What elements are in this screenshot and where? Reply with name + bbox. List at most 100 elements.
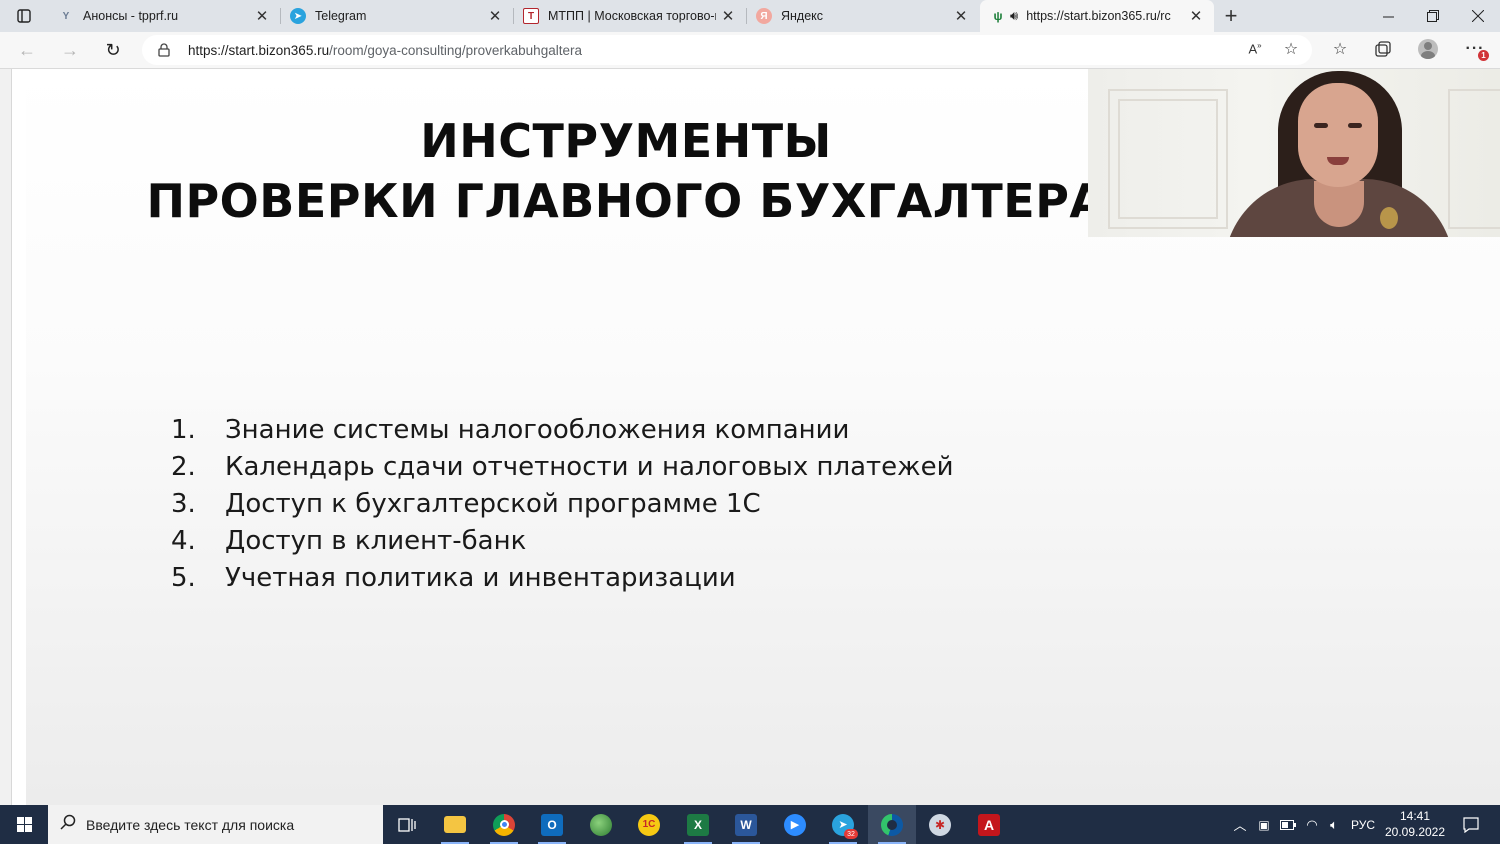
profile-button[interactable] (1416, 37, 1440, 61)
tab-tpprf[interactable]: Y Анонсы - tpprf.ru ✕ (48, 0, 280, 32)
list-item: 5. Учетная политика и инвентаризации (171, 559, 954, 596)
volume-button[interactable]: 🔈︎ (1324, 805, 1344, 844)
show-hidden-icons-button[interactable]: ︿ (1230, 805, 1250, 844)
star-add-icon: ☆ (1283, 41, 1299, 58)
add-favorite-button[interactable]: ☆ (1280, 38, 1302, 60)
edge-icon (881, 813, 903, 836)
tab-actions-button[interactable] (0, 0, 48, 32)
close-icon[interactable]: ✕ (250, 4, 274, 28)
url-host: https://start.bizon365.ru (188, 42, 330, 58)
list-item-text: Знание системы налогообложения компании (225, 414, 850, 445)
telegram-icon: ➤ (290, 8, 306, 24)
collections-icon (1375, 41, 1391, 57)
start-button[interactable] (0, 805, 48, 844)
close-icon[interactable]: ✕ (483, 4, 507, 28)
close-icon[interactable]: ✕ (1184, 4, 1208, 28)
list-item-number: 1. (171, 414, 196, 445)
page-content: ИНСТРУМЕНТЫ ПРОВЕРКИ ГЛАВНОГО БУХГАЛТЕРА… (0, 69, 1500, 805)
list-item-number: 2. (171, 451, 196, 482)
url-text[interactable]: https://start.bizon365.ru/room/goya-cons… (188, 43, 582, 58)
mtpp-icon: T (523, 8, 539, 24)
wifi-icon: ◠ (1306, 816, 1318, 832)
clock[interactable]: 14:41 20.09.2022 (1380, 808, 1450, 840)
taskbar-1c[interactable]: 1С (625, 805, 673, 844)
tab-title: Яндекс (781, 9, 824, 23)
taskbar-globe-app[interactable] (577, 805, 625, 844)
taskbar-word[interactable]: W (722, 805, 770, 844)
list-item-text: Доступ в клиент-банк (225, 525, 527, 556)
speaker-icon[interactable]: 🔊︎ (1010, 8, 1018, 24)
notification-icon (1463, 816, 1479, 833)
excel-icon: X (687, 813, 709, 836)
tab-telegram[interactable]: ➤ Telegram ✕ (280, 0, 513, 32)
tpprf-icon: Y (62, 10, 70, 22)
clock-time: 14:41 (1399, 809, 1431, 823)
zoom-icon: ▶ (784, 813, 806, 836)
list-item-text: Доступ к бухгалтерской программе 1С (225, 488, 761, 519)
task-view-button[interactable] (383, 805, 431, 844)
minimize-icon (1382, 16, 1394, 17)
action-center-button[interactable] (1456, 805, 1486, 844)
yandex-icon: Я (756, 8, 772, 24)
close-icon[interactable]: ✕ (949, 4, 973, 28)
forward-button[interactable]: → (55, 36, 85, 64)
taskbar-search[interactable] (48, 805, 383, 844)
list-item-number: 5. (171, 562, 196, 593)
refresh-button[interactable]: ↻ (98, 36, 128, 64)
tray-meet-button[interactable]: ▣ (1254, 805, 1274, 844)
outlook-icon: O (541, 813, 563, 836)
restore-button[interactable] (1410, 0, 1456, 32)
slide-list: 1. Знание системы налогообложения компани… (171, 411, 954, 596)
search-input[interactable] (86, 816, 366, 833)
tab-actions-icon (17, 9, 31, 23)
minimize-button[interactable] (1365, 0, 1411, 32)
list-item: 1. Знание системы налогообложения компани… (171, 411, 954, 448)
close-window-button[interactable] (1455, 0, 1500, 32)
tab-yandex[interactable]: Я Яндекс ✕ (746, 0, 979, 32)
taskbar: O 1С X W ▶ ➤ 32 ✱ A ︿ ▣ ◠ 🔈︎ РУС 14:41 2… (0, 805, 1500, 844)
settings-more-button[interactable]: ··· 1 (1463, 37, 1489, 61)
bizon-icon: ψ (993, 9, 1003, 23)
presenter-face (1298, 83, 1378, 187)
presenter-eye (1348, 123, 1362, 128)
taskbar-chrome[interactable] (480, 805, 528, 844)
word-icon: W (735, 813, 757, 836)
volume-icon: 🔈︎ (1330, 816, 1338, 832)
collections-button[interactable] (1371, 37, 1395, 61)
close-window-icon (1472, 10, 1484, 22)
network-button[interactable]: ◠ (1302, 805, 1322, 844)
clock-date: 20.09.2022 (1384, 825, 1446, 839)
taskbar-edge[interactable] (868, 805, 916, 844)
tab-mtpp[interactable]: T МТПП | Московская торгово-пр ✕ (513, 0, 746, 32)
webcam-video[interactable] (1088, 69, 1500, 237)
input-language[interactable]: РУС (1348, 805, 1378, 844)
taskbar-utility-app[interactable]: ✱ (916, 805, 964, 844)
favorites-icon: ☆ (1332, 41, 1348, 58)
taskbar-file-explorer[interactable] (431, 805, 479, 844)
notification-badge: 1 (1478, 50, 1489, 61)
new-tab-button[interactable]: + (1218, 3, 1244, 28)
taskbar-outlook[interactable]: O (528, 805, 576, 844)
favorites-button[interactable]: ☆ (1328, 37, 1352, 61)
tab-title: Анонсы - tpprf.ru (83, 9, 179, 23)
address-bar[interactable]: https://start.bizon365.ru/room/goya-cons… (142, 35, 1312, 65)
browser-toolbar: ← → ↻ https://start.bizon365.ru/room/goy… (0, 32, 1500, 69)
tab-bizon[interactable]: ψ 🔊︎ https://start.bizon365.ru/rc ✕ (980, 0, 1214, 32)
tab-title: Telegram (315, 9, 367, 23)
battery-button[interactable] (1278, 805, 1298, 844)
list-item-text: Календарь сдачи отчетности и налоговых п… (225, 451, 954, 482)
back-button[interactable]: ← (12, 36, 42, 64)
tab-strip: Y Анонсы - tpprf.ru ✕ ➤ Telegram ✕ T МТП… (0, 0, 1500, 32)
taskbar-acrobat[interactable]: A (965, 805, 1013, 844)
taskbar-excel[interactable]: X (674, 805, 722, 844)
list-item-number: 4. (171, 525, 196, 556)
slide-title-line1: ИНСТРУМЕНТЫ (420, 114, 832, 168)
list-item-number: 3. (171, 488, 196, 519)
search-icon (60, 814, 76, 835)
close-icon[interactable]: ✕ (716, 4, 740, 28)
taskbar-zoom[interactable]: ▶ (771, 805, 819, 844)
read-aloud-button[interactable]: A» (1244, 38, 1266, 60)
lock-icon[interactable] (158, 43, 174, 57)
acrobat-icon: A (978, 813, 1000, 836)
taskbar-telegram[interactable]: ➤ 32 (819, 805, 867, 844)
